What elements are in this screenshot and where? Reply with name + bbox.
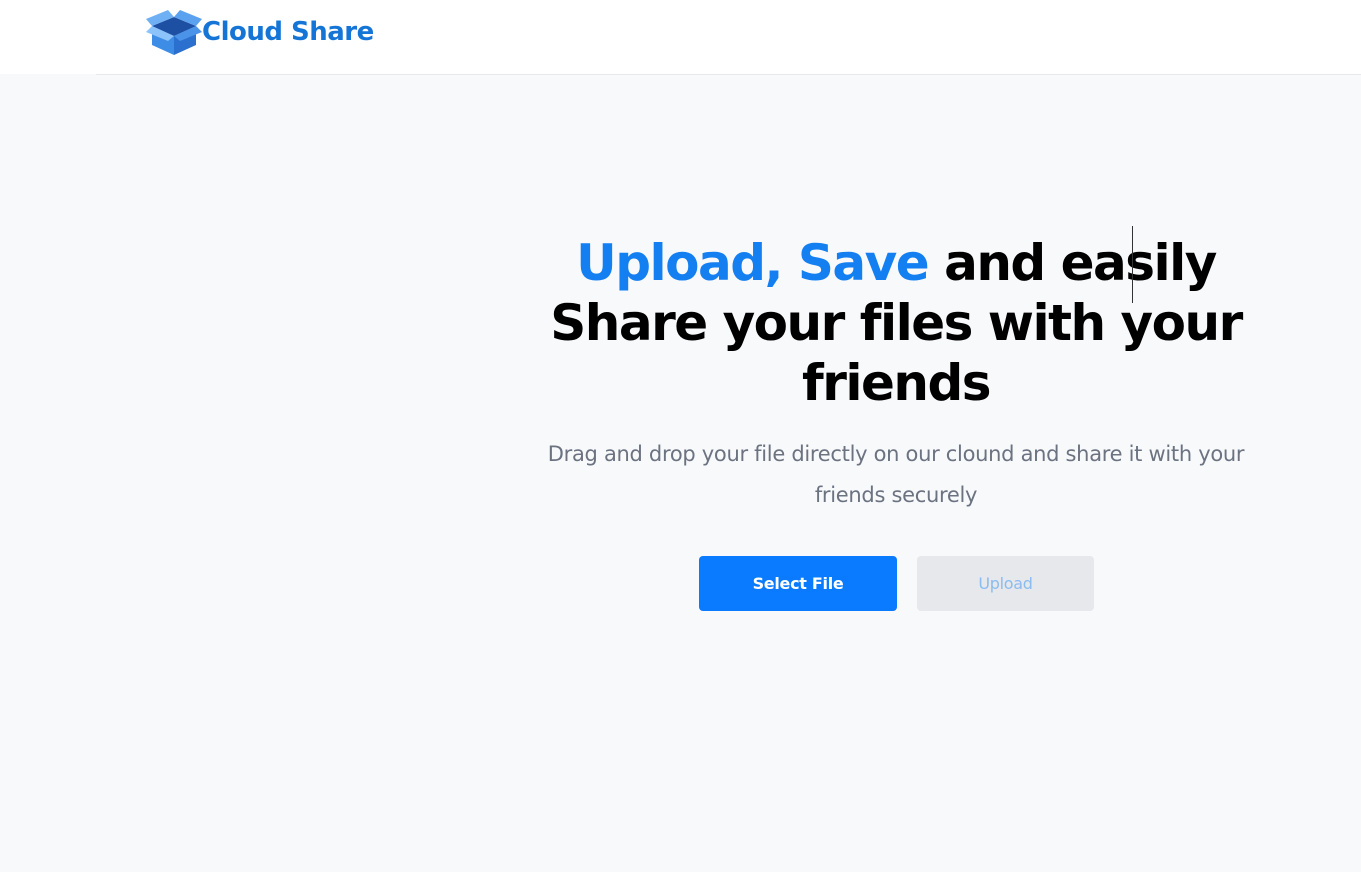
hero-heading-wrapper: Upload, Save and easily Share your files … [536,233,1256,413]
headline-line1-rest: and easily [928,234,1217,292]
top-navbar: Cloud Share [0,0,1361,74]
text-cursor [1132,226,1133,303]
headline-line2: Share your files with your [550,294,1243,352]
header-divider [96,74,1361,75]
brand-logo[interactable]: Cloud Share [146,8,378,56]
select-file-button[interactable]: Select File [699,556,897,611]
brand-name: Cloud Share [202,17,374,47]
hero-headline: Upload, Save and easily Share your files … [536,233,1256,413]
headline-line3: friends [801,354,992,412]
hero-subtitle: Drag and drop your file directly on our … [547,442,1245,507]
box-icon [146,10,202,55]
headline-accent: Upload, Save [576,234,930,292]
upload-button[interactable]: Upload [917,556,1094,611]
